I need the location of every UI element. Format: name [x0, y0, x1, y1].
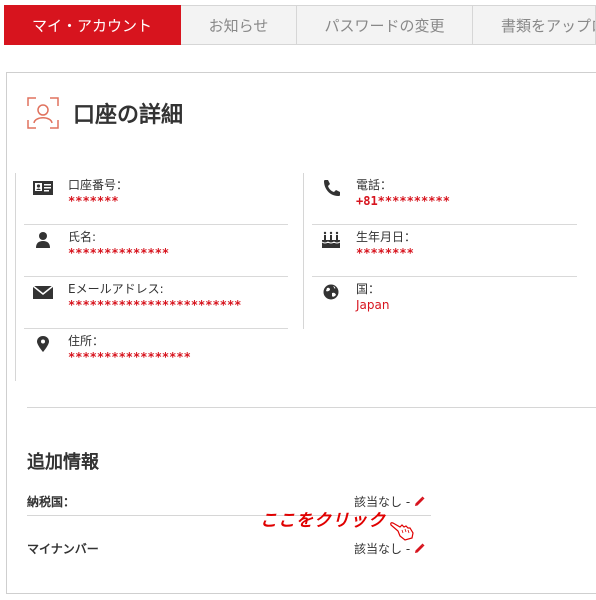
id-card-icon — [32, 179, 54, 197]
tab-upload-documents[interactable]: 書類をアップロ — [473, 5, 596, 45]
profile-frame-icon — [27, 97, 59, 129]
edit-pencil-icon[interactable] — [414, 543, 425, 554]
field-value: ************** — [68, 246, 170, 260]
field-value: ******* — [68, 194, 119, 208]
account-fields-left: 口座番号： ******* 氏名: ************** Eメールアドレ… — [15, 173, 288, 381]
field-label: 氏名: — [68, 230, 97, 244]
field-email: Eメールアドレス: ************************ — [24, 277, 288, 329]
field-birthdate: 生年月日： ******** — [312, 225, 577, 277]
field-country: 国： Japan — [312, 277, 577, 329]
user-icon — [32, 231, 54, 249]
edit-pencil-icon[interactable] — [414, 496, 425, 507]
account-details-header: 口座の詳細 — [27, 97, 183, 129]
field-value: ************************ — [68, 298, 242, 312]
field-phone: 電話： +81********** — [312, 173, 577, 225]
field-label: 国： — [356, 282, 381, 296]
field-value: +81********** — [356, 194, 450, 208]
phone-icon — [320, 179, 342, 197]
account-card: 口座の詳細 口座番号： ******* 氏名: ************** E… — [6, 72, 596, 594]
envelope-icon — [32, 283, 54, 301]
field-label: Eメールアドレス: — [68, 282, 164, 296]
tax-country-label: 納税国： — [27, 495, 76, 509]
click-here-annotation: ここをクリック — [260, 511, 386, 531]
field-label: 住所： — [68, 334, 105, 348]
field-name: 氏名: ************** — [24, 225, 288, 277]
section-divider — [27, 407, 596, 408]
field-label: 口座番号： — [68, 178, 129, 192]
my-number-value: 該当なし - — [354, 540, 425, 557]
tab-notices[interactable]: お知らせ — [181, 5, 297, 45]
field-address: 住所： ***************** — [24, 329, 288, 381]
pointing-hand-icon — [389, 517, 417, 541]
field-value: ******** — [356, 246, 414, 260]
my-number-label: マイナンバー — [27, 542, 99, 556]
field-label: 電話： — [356, 178, 393, 192]
tab-bar: マイ・アカウント お知らせ パスワードの変更 書類をアップロ — [4, 5, 596, 45]
my-number-value-text: 該当なし - — [354, 542, 411, 556]
my-number-row: マイナンバー 該当なし - — [27, 533, 431, 563]
map-pin-icon — [32, 335, 54, 353]
field-value: ***************** — [68, 350, 191, 364]
section-title: 口座の詳細 — [73, 103, 184, 128]
globe-icon — [320, 283, 342, 301]
field-value: Japan — [356, 298, 390, 312]
additional-info-title: 追加情報 — [27, 452, 99, 473]
account-fields-right: 電話： +81********** 生年月日： ******** 国： Japa… — [303, 173, 577, 329]
field-label: 生年月日： — [356, 230, 417, 244]
tab-change-password[interactable]: パスワードの変更 — [297, 5, 473, 45]
field-account-number: 口座番号： ******* — [24, 173, 288, 225]
birthday-cake-icon — [320, 231, 342, 249]
tab-my-account[interactable]: マイ・アカウント — [4, 5, 181, 45]
